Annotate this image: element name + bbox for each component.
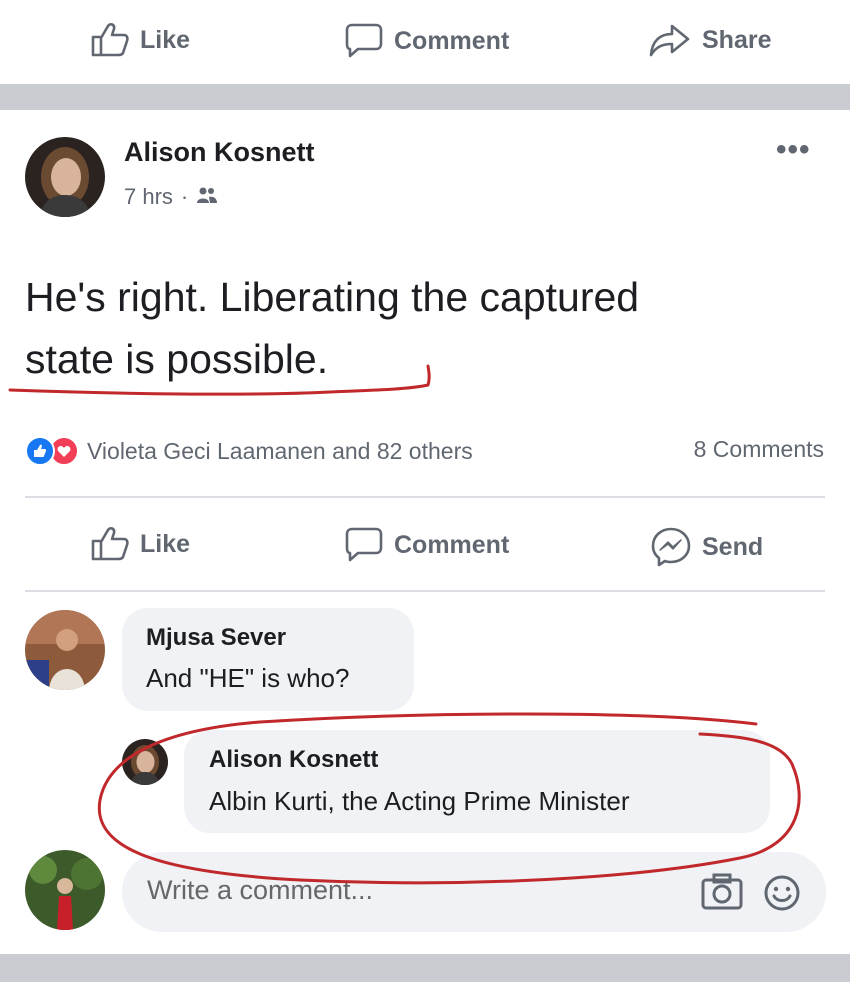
comment-input-placeholder[interactable]: Write a comment... <box>147 875 373 906</box>
feed-separator <box>0 84 850 110</box>
top-comment-button[interactable]: Comment <box>344 22 509 60</box>
reactions-text: Violeta Geci Laamanen and 82 others <box>87 437 473 464</box>
thumbs-up-icon <box>90 526 130 562</box>
post-author-name[interactable]: Alison Kosnett <box>124 137 315 168</box>
post-comment-button[interactable]: Comment <box>344 526 509 564</box>
feed-separator-bottom <box>0 954 850 982</box>
post-meta: 7 hrs · <box>124 184 218 210</box>
divider-top <box>25 496 825 498</box>
reactions-summary[interactable]: Violeta Geci Laamanen and 82 others <box>25 436 473 466</box>
current-user-avatar[interactable] <box>25 850 105 930</box>
divider-bottom <box>25 590 825 592</box>
post-comment-label: Comment <box>394 530 510 559</box>
thumbs-up-icon <box>90 22 130 58</box>
friends-icon <box>196 184 218 210</box>
post-like-label: Like <box>140 529 191 558</box>
comment-bubble-icon <box>344 526 384 564</box>
post-like-button[interactable]: Like <box>90 526 190 562</box>
reply-text: Albin Kurti, the Acting Prime Minister <box>209 786 630 816</box>
post-text-line-2: state is possible. <box>25 336 329 382</box>
like-reaction-icon <box>25 436 55 466</box>
comment-text: And "HE" is who? <box>146 663 350 693</box>
share-arrow-icon <box>648 22 692 58</box>
reply-author-avatar[interactable] <box>122 739 168 785</box>
emoji-icon[interactable] <box>763 874 801 917</box>
top-share-button[interactable]: Share <box>648 22 771 58</box>
messenger-icon <box>650 526 692 568</box>
post-send-label: Send <box>702 532 764 561</box>
comment-bubble-icon <box>344 22 384 60</box>
top-like-label: Like <box>140 25 191 54</box>
meta-separator: · <box>180 184 189 209</box>
more-options-icon[interactable]: ••• <box>776 135 811 165</box>
post-text-line-1: He's right. Liberating the captured <box>25 274 640 320</box>
top-share-label: Share <box>702 25 772 54</box>
post-text: He's right. Liberating the captured stat… <box>25 266 815 390</box>
comments-count[interactable]: 8 Comments <box>694 436 824 463</box>
post-send-button[interactable]: Send <box>650 526 763 568</box>
commenter-avatar[interactable] <box>25 610 105 690</box>
top-comment-label: Comment <box>394 26 510 55</box>
top-like-button[interactable]: Like <box>90 22 190 58</box>
top-action-bar: Like Comment Share <box>0 0 850 80</box>
comment-author[interactable]: Mjusa Sever <box>146 624 286 652</box>
reply-author[interactable]: Alison Kosnett <box>209 746 378 774</box>
author-avatar[interactable] <box>25 137 105 217</box>
camera-icon[interactable] <box>700 872 744 917</box>
post-time[interactable]: 7 hrs <box>124 184 173 210</box>
reaction-icons <box>25 436 79 466</box>
